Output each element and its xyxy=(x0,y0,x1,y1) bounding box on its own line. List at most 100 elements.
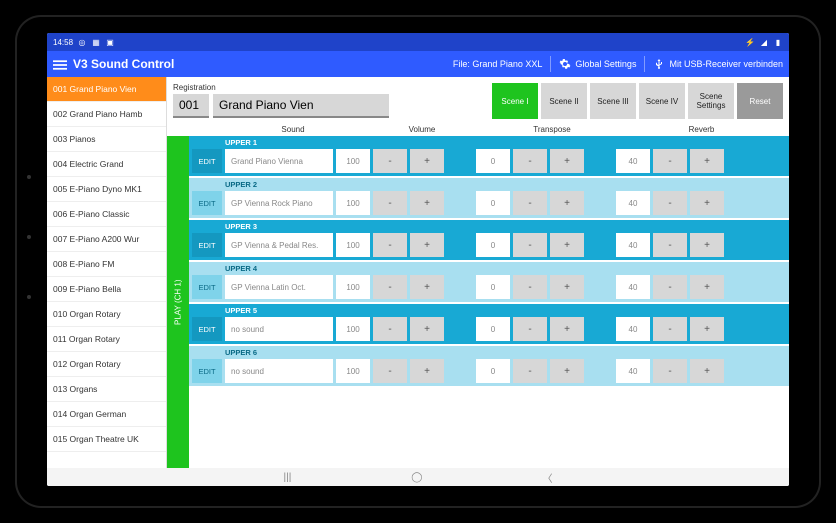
transpose-plus-button[interactable]: + xyxy=(550,317,584,341)
scene-button[interactable]: Scene IV xyxy=(639,83,685,119)
edit-button[interactable]: EDIT xyxy=(192,317,222,341)
volume-value: 100 xyxy=(336,359,370,383)
volume-plus-button[interactable]: + xyxy=(410,359,444,383)
track-row: UPPER 4EDIT100-+0-+40-+ xyxy=(189,262,789,302)
reverb-minus-button[interactable]: - xyxy=(653,359,687,383)
registration-name-input[interactable] xyxy=(213,94,389,118)
gear-icon xyxy=(559,58,571,70)
reset-button[interactable]: Reset xyxy=(737,83,783,119)
volume-value: 100 xyxy=(336,191,370,215)
file-label[interactable]: File: Grand Piano XXL xyxy=(453,59,543,69)
volume-minus-button[interactable]: - xyxy=(373,317,407,341)
scene-button[interactable]: Scene I xyxy=(492,83,538,119)
usb-icon xyxy=(653,58,665,70)
sidebar-item[interactable]: 002 Grand Piano Hamb xyxy=(47,102,166,127)
reverb-minus-button[interactable]: - xyxy=(653,149,687,173)
sidebar-item[interactable]: 015 Organ Theatre UK xyxy=(47,427,166,452)
volume-plus-button[interactable]: + xyxy=(410,233,444,257)
reverb-minus-button[interactable]: - xyxy=(653,317,687,341)
sidebar-item[interactable]: 009 E-Piano Bella xyxy=(47,277,166,302)
sidebar-item[interactable]: 004 Electric Grand xyxy=(47,152,166,177)
volume-plus-button[interactable]: + xyxy=(410,275,444,299)
sidebar-item[interactable]: 007 E-Piano A200 Wur xyxy=(47,227,166,252)
sidebar-item[interactable]: 011 Organ Rotary xyxy=(47,327,166,352)
volume-plus-button[interactable]: + xyxy=(410,191,444,215)
nav-back-button[interactable]: 〈 xyxy=(543,470,553,485)
global-settings-button[interactable]: Global Settings xyxy=(559,58,636,70)
track-row: UPPER 1EDIT100-+0-+40-+ xyxy=(189,136,789,176)
volume-minus-button[interactable]: - xyxy=(373,149,407,173)
sidebar-item[interactable]: 003 Pianos xyxy=(47,127,166,152)
edit-button[interactable]: EDIT xyxy=(192,191,222,215)
app-title: V3 Sound Control xyxy=(73,57,174,71)
volume-minus-button[interactable]: - xyxy=(373,233,407,257)
sidebar-item[interactable]: 010 Organ Rotary xyxy=(47,302,166,327)
transpose-minus-button[interactable]: - xyxy=(513,191,547,215)
nav-recents-button[interactable]: ||| xyxy=(284,472,292,483)
sound-field[interactable] xyxy=(225,359,333,383)
sidebar-item[interactable]: 014 Organ German xyxy=(47,402,166,427)
transpose-plus-button[interactable]: + xyxy=(550,275,584,299)
transpose-minus-button[interactable]: - xyxy=(513,275,547,299)
sound-field[interactable] xyxy=(225,275,333,299)
sidebar-item[interactable]: 013 Organs xyxy=(47,377,166,402)
registration-number-input[interactable] xyxy=(173,94,209,118)
sidebar-item[interactable]: 001 Grand Piano Vien xyxy=(47,77,166,102)
scene-button[interactable]: Scene III xyxy=(590,83,636,119)
transpose-value: 0 xyxy=(476,317,510,341)
bluetooth-icon: ⚡ xyxy=(745,38,755,47)
volume-value: 100 xyxy=(336,275,370,299)
volume-plus-button[interactable]: + xyxy=(410,149,444,173)
transpose-minus-button[interactable]: - xyxy=(513,233,547,257)
transpose-value: 0 xyxy=(476,275,510,299)
reverb-plus-button[interactable]: + xyxy=(690,275,724,299)
sidebar-item[interactable]: 008 E-Piano FM xyxy=(47,252,166,277)
sidebar-item[interactable]: 005 E-Piano Dyno MK1 xyxy=(47,177,166,202)
usb-connect-button[interactable]: Mit USB-Receiver verbinden xyxy=(653,58,783,70)
status-icon: ◎ xyxy=(77,38,87,47)
volume-minus-button[interactable]: - xyxy=(373,359,407,383)
reverb-plus-button[interactable]: + xyxy=(690,359,724,383)
track-label: UPPER 3 xyxy=(189,220,789,231)
volume-plus-button[interactable]: + xyxy=(410,317,444,341)
edit-button[interactable]: EDIT xyxy=(192,275,222,299)
sound-field[interactable] xyxy=(225,191,333,215)
sound-field[interactable] xyxy=(225,149,333,173)
reverb-value: 40 xyxy=(616,275,650,299)
nav-home-button[interactable]: ◯ xyxy=(411,472,422,483)
transpose-plus-button[interactable]: + xyxy=(550,359,584,383)
wifi-icon: ◢ xyxy=(759,38,769,47)
col-transpose: Transpose xyxy=(484,125,620,134)
transpose-plus-button[interactable]: + xyxy=(550,191,584,215)
volume-value: 100 xyxy=(336,233,370,257)
transpose-minus-button[interactable]: - xyxy=(513,359,547,383)
sidebar-item[interactable]: 006 E-Piano Classic xyxy=(47,202,166,227)
transpose-minus-button[interactable]: - xyxy=(513,149,547,173)
col-volume: Volume xyxy=(360,125,484,134)
volume-minus-button[interactable]: - xyxy=(373,275,407,299)
reverb-plus-button[interactable]: + xyxy=(690,191,724,215)
transpose-plus-button[interactable]: + xyxy=(550,149,584,173)
transpose-minus-button[interactable]: - xyxy=(513,317,547,341)
sound-field[interactable] xyxy=(225,317,333,341)
reverb-plus-button[interactable]: + xyxy=(690,149,724,173)
transpose-plus-button[interactable]: + xyxy=(550,233,584,257)
play-channel-button[interactable]: PLAY (CH 1) xyxy=(167,136,189,468)
track-row: UPPER 3EDIT100-+0-+40-+ xyxy=(189,220,789,260)
volume-minus-button[interactable]: - xyxy=(373,191,407,215)
reverb-minus-button[interactable]: - xyxy=(653,275,687,299)
sidebar-item[interactable]: 012 Organ Rotary xyxy=(47,352,166,377)
reverb-minus-button[interactable]: - xyxy=(653,191,687,215)
scene-button[interactable]: Scene II xyxy=(541,83,587,119)
battery-icon: ▮ xyxy=(773,38,783,47)
edit-button[interactable]: EDIT xyxy=(192,149,222,173)
edit-button[interactable]: EDIT xyxy=(192,233,222,257)
reverb-minus-button[interactable]: - xyxy=(653,233,687,257)
transpose-value: 0 xyxy=(476,149,510,173)
scene-settings-button[interactable]: Scene Settings xyxy=(688,83,734,119)
reverb-plus-button[interactable]: + xyxy=(690,317,724,341)
edit-button[interactable]: EDIT xyxy=(192,359,222,383)
reverb-plus-button[interactable]: + xyxy=(690,233,724,257)
sound-field[interactable] xyxy=(225,233,333,257)
menu-icon[interactable] xyxy=(53,58,65,70)
